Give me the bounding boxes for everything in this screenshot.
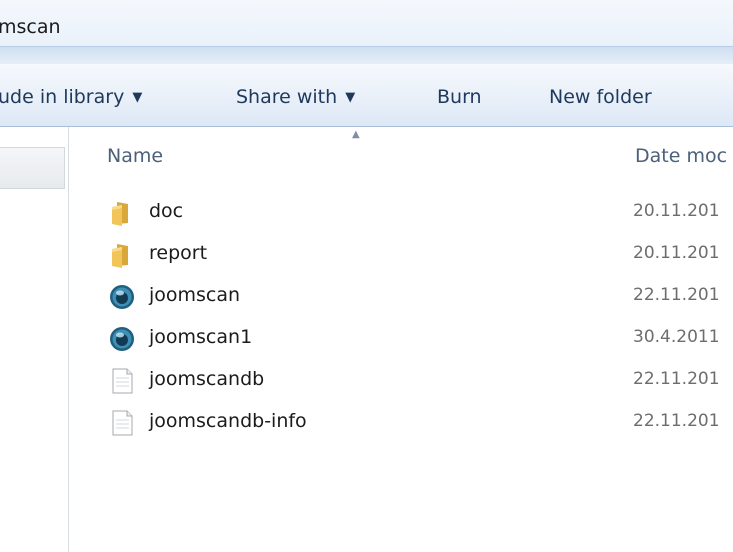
file-name: joomscandb <box>149 368 265 390</box>
nav-pane-item[interactable] <box>0 147 65 189</box>
file-date: 20.11.201 <box>633 243 720 263</box>
title-separator <box>0 46 733 65</box>
file-date: 22.11.201 <box>633 285 720 305</box>
folder-icon <box>108 241 136 269</box>
command-bar: ude in library ▼ Share with ▼ Burn New fol… <box>0 64 733 127</box>
share-with-button[interactable]: Share with ▼ <box>236 86 355 108</box>
navigation-pane[interactable] <box>0 127 69 552</box>
file-name: doc <box>149 200 184 222</box>
file-name: report <box>149 242 208 264</box>
burn-label: Burn <box>437 86 482 108</box>
file-list: ▲ Name Date moc doc 20.11.201 report 20.… <box>69 127 733 552</box>
document-icon <box>108 409 136 437</box>
file-name: joomscan1 <box>149 326 253 348</box>
include-in-library-label: ude in library <box>0 86 125 108</box>
file-row[interactable]: joomscandb 22.11.201 <box>69 361 733 401</box>
file-date: 22.11.201 <box>633 411 720 431</box>
file-row[interactable]: joomscandb-info 22.11.201 <box>69 403 733 443</box>
chevron-down-icon: ▼ <box>132 90 143 105</box>
file-row[interactable]: joomscan1 30.4.2011 <box>69 319 733 359</box>
file-row[interactable]: joomscan 22.11.201 <box>69 277 733 317</box>
column-header-name[interactable]: Name <box>107 145 163 167</box>
share-with-label: Share with <box>236 86 338 108</box>
file-row[interactable]: doc 20.11.201 <box>69 193 733 233</box>
file-date: 20.11.201 <box>633 201 720 221</box>
folder-icon <box>108 199 136 227</box>
title-bar: mscan <box>0 0 733 46</box>
new-folder-button[interactable]: New folder <box>549 86 652 108</box>
perl-script-icon <box>108 283 136 311</box>
file-row[interactable]: report 20.11.201 <box>69 235 733 275</box>
file-name: joomscan <box>149 284 241 306</box>
sort-ascending-icon: ▲ <box>352 129 360 140</box>
perl-script-icon <box>108 325 136 353</box>
burn-button[interactable]: Burn <box>437 86 482 108</box>
new-folder-label: New folder <box>549 86 652 108</box>
file-date: 30.4.2011 <box>633 327 720 347</box>
column-header-date-modified[interactable]: Date moc <box>635 145 727 167</box>
include-in-library-button[interactable]: ude in library ▼ <box>0 86 142 108</box>
chevron-down-icon: ▼ <box>345 90 356 105</box>
file-name: joomscandb-info <box>149 410 307 432</box>
document-icon <box>108 367 136 395</box>
file-date: 22.11.201 <box>633 369 720 389</box>
window-title: mscan <box>0 16 61 38</box>
